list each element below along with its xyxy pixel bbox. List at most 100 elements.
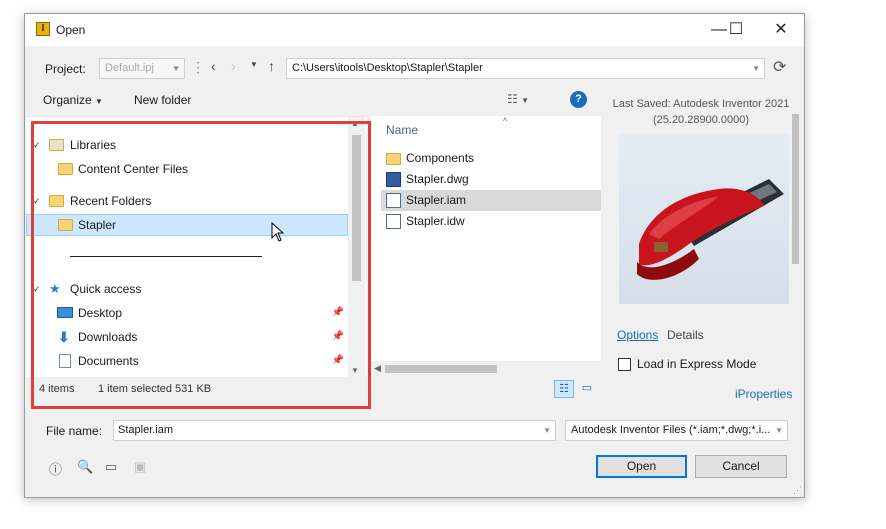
file-name: Components: [406, 151, 475, 165]
tree-item-documents[interactable]: Documents 📌: [26, 350, 348, 372]
tree-label: Stapler: [78, 218, 117, 232]
file-list-hscrollbar[interactable]: ◀: [371, 361, 601, 377]
back-button[interactable]: ‹: [211, 58, 216, 74]
filename-input[interactable]: Stapler.iam ▼: [113, 420, 556, 441]
preview-scrollbar-thumb[interactable]: [792, 114, 799, 264]
filetype-value: Autodesk Inventor Files (*.iam;*.dwg;*.i…: [571, 424, 771, 436]
last-saved-line1: Last Saved: Autodesk Inventor 2021: [612, 98, 790, 110]
download-arrow-icon: ⬇: [58, 329, 70, 345]
cancel-button[interactable]: Cancel: [695, 455, 787, 478]
recent-locations-button[interactable]: ▼: [250, 60, 258, 69]
tree-item-desktop[interactable]: Desktop 📌: [26, 302, 348, 324]
preview-scrollbar[interactable]: [791, 108, 800, 374]
chevron-expanded-icon: ✓: [33, 284, 41, 294]
idw-file-icon: [386, 214, 401, 229]
nav-scrollbar[interactable]: ▲ ▼: [348, 117, 365, 378]
open-dialog: I Open — ☐ ✕ Project: Default.ipj ▼ ⋮ ‹ …: [24, 13, 805, 498]
tab-details[interactable]: Details: [667, 328, 704, 342]
organize-button[interactable]: Organize ▼: [43, 93, 103, 107]
command-bar: Organize ▼ New folder ☷ ▼ ?: [25, 88, 605, 114]
tree-item-quick-access[interactable]: ✓ ★ Quick access: [26, 278, 348, 300]
pin-icon: 📌: [331, 331, 344, 342]
nav-scrollbar-thumb[interactable]: [352, 135, 361, 281]
dwg-file-icon: [386, 172, 401, 187]
iproperties-link[interactable]: iProperties: [735, 387, 792, 401]
new-folder-button[interactable]: New folder: [134, 93, 191, 107]
filename-value: Stapler.iam: [118, 424, 174, 436]
column-header-name[interactable]: Name: [386, 123, 418, 137]
more-icon: ⋮: [191, 59, 205, 75]
navigation-pane: ✓ Libraries Content Center Files ✓ Recen…: [26, 116, 366, 378]
pin-icon: 📌: [331, 307, 344, 318]
help-circle-icon[interactable]: ⓘ: [49, 459, 62, 478]
file-name: Stapler.iam: [406, 193, 467, 207]
tree-item-downloads[interactable]: ⬇ Downloads 📌: [26, 326, 348, 348]
express-mode-checkbox[interactable]: [618, 358, 631, 371]
preview-view-button[interactable]: ▭: [577, 380, 597, 398]
scroll-left-icon[interactable]: ◀: [374, 363, 381, 374]
details-view-button[interactable]: ☷: [554, 380, 574, 398]
file-name: Stapler.dwg: [406, 172, 469, 186]
forward-button[interactable]: ›: [231, 58, 236, 74]
resize-grip-icon[interactable]: ⋰: [793, 485, 802, 496]
file-name: Stapler.idw: [406, 214, 465, 228]
disabled-tool-icon: ▣: [134, 459, 147, 474]
tree-label: Downloads: [78, 330, 138, 344]
help-icon[interactable]: ?: [570, 91, 587, 108]
tree-item-libraries[interactable]: ✓ Libraries: [26, 134, 348, 156]
up-folder-button[interactable]: ↑: [268, 58, 275, 74]
filename-row: File name: Stapler.iam ▼ Autodesk Invent…: [25, 418, 804, 442]
stapler-model-illustration: [637, 179, 784, 280]
project-value: Default.ipj: [105, 62, 154, 74]
pin-icon: 📌: [331, 355, 344, 366]
scroll-down-icon[interactable]: ▼: [351, 366, 359, 375]
tree-label: Documents: [78, 354, 139, 368]
recent-folders-icon: [49, 195, 64, 207]
open-button[interactable]: Open: [596, 455, 687, 478]
new-file-icon[interactable]: ▭: [105, 459, 117, 475]
sort-ascending-icon: ^: [503, 116, 508, 126]
file-item-components[interactable]: Components: [381, 148, 601, 169]
file-item-stapler-idw[interactable]: Stapler.idw: [381, 211, 601, 232]
star-icon: ★: [49, 281, 61, 296]
status-selection: 1 item selected 531 KB: [98, 383, 212, 395]
close-button[interactable]: ✕: [767, 18, 795, 42]
mouse-cursor-icon: [271, 222, 285, 242]
chevron-down-icon: ▼: [775, 426, 783, 435]
address-path: C:\Users\itools\Desktop\Stapler\Stapler: [292, 62, 483, 74]
filename-label: File name:: [46, 424, 103, 438]
file-item-stapler-iam[interactable]: Stapler.iam: [381, 190, 601, 211]
file-list-hscrollbar-thumb[interactable]: [385, 365, 497, 373]
file-list-pane: ^ Name Components Stapler.dwg Stapler.ia…: [371, 116, 601, 377]
refresh-button[interactable]: ⟳: [773, 57, 786, 77]
address-bar[interactable]: C:\Users\itools\Desktop\Stapler\Stapler …: [286, 58, 765, 79]
chevron-down-icon: ▼: [543, 426, 551, 435]
project-toolbar: Project: Default.ipj ▼ ⋮ ‹ › ▼ ↑ C:\User…: [25, 54, 804, 84]
view-options-button[interactable]: ☷ ▼: [507, 92, 529, 106]
chevron-down-icon: ▼: [752, 64, 760, 73]
inventor-app-icon: I: [36, 22, 50, 36]
tree-item-recent-folders[interactable]: ✓ Recent Folders: [26, 190, 348, 212]
find-icon[interactable]: 🔍: [77, 459, 93, 475]
tab-options[interactable]: Options: [617, 328, 658, 342]
folder-icon: [386, 153, 401, 165]
tree-item-stapler[interactable]: Stapler: [26, 214, 348, 236]
chevron-expanded-icon: ✓: [33, 140, 41, 150]
file-item-stapler-dwg[interactable]: Stapler.dwg: [381, 169, 601, 190]
filetype-select[interactable]: Autodesk Inventor Files (*.iam;*.dwg;*.i…: [565, 420, 788, 441]
iam-file-icon: [386, 193, 401, 208]
window-title: Open: [56, 23, 86, 37]
tree-label: Recent Folders: [70, 194, 152, 208]
chevron-down-icon: ▼: [95, 97, 103, 106]
scroll-up-icon[interactable]: ▲: [351, 119, 359, 128]
chevron-down-icon: ▼: [172, 64, 180, 73]
preview-pane: Last Saved: Autodesk Inventor 2021 (25.2…: [611, 88, 801, 401]
status-item-count: 4 items: [39, 383, 75, 395]
tree-label: Libraries: [70, 138, 117, 152]
stapler-preview-image: [619, 134, 789, 304]
tree-label: Content Center Files: [78, 162, 189, 176]
desktop-icon: [57, 307, 73, 318]
maximize-button[interactable]: ☐: [722, 18, 750, 42]
redaction-line: [70, 256, 262, 257]
tree-item-content-center-files[interactable]: Content Center Files: [26, 158, 348, 180]
